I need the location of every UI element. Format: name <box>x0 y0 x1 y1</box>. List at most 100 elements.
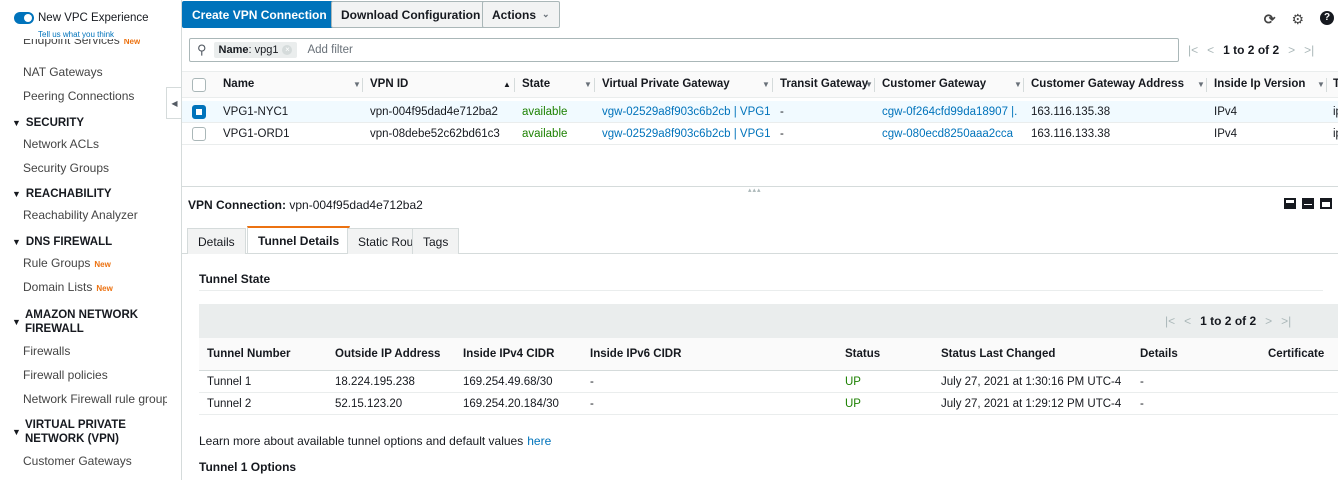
sidebar-item-nat-gateways[interactable]: NAT Gateways <box>23 65 103 79</box>
first-page-icon[interactable]: |< <box>1165 314 1175 328</box>
column-divider[interactable] <box>874 78 875 92</box>
table-row[interactable]: VPG1-NYC1 vpn-004f95dad4e712ba2 availabl… <box>182 101 1338 123</box>
section-label: SECURITY <box>25 117 85 129</box>
filter-token[interactable]: Name: vpg1 × <box>213 42 298 58</box>
layout-split-icon[interactable] <box>1302 198 1314 209</box>
sidebar-item-rule-groups[interactable]: Rule Groups New <box>23 256 111 270</box>
download-configuration-button[interactable]: Download Configuration <box>331 1 491 28</box>
row-checkbox[interactable] <box>192 127 206 141</box>
table-row[interactable]: VPG1-ORD1 vpn-08debe52c62bd61c3 availabl… <box>182 123 1338 145</box>
td-outside-ip: 52.15.123.20 <box>335 398 403 410</box>
cell-truncated: ip <box>1333 106 1338 118</box>
here-link[interactable]: here <box>527 434 551 448</box>
sidebar-item-firewalls[interactable]: Firewalls <box>23 344 70 358</box>
td-outside-ip: 18.224.195.238 <box>335 376 415 388</box>
layout-top-icon[interactable] <box>1320 198 1332 209</box>
column-divider[interactable] <box>1023 78 1024 92</box>
tab-tunnel-details[interactable]: Tunnel Details <box>247 226 351 253</box>
actions-button[interactable]: Actions ⌄ <box>482 1 560 28</box>
new-vpc-experience-toggle[interactable]: New VPC Experience <box>14 12 149 24</box>
section-label-line1: VIRTUAL PRIVATE <box>25 419 126 431</box>
tunnel-row: Tunnel 1 18.224.195.238 169.254.49.68/30… <box>199 371 1338 393</box>
sidebar-item-network-acls[interactable]: Network ACLs <box>23 137 99 151</box>
cell-tgw: - <box>780 128 784 140</box>
cell-cgw-address: 163.116.135.38 <box>1031 106 1111 118</box>
sidebar-item-peering-connections[interactable]: Peering Connections <box>23 89 134 103</box>
last-page-icon[interactable]: >| <box>1281 314 1291 328</box>
sort-icon[interactable]: ▼ <box>1014 80 1022 89</box>
detail-value: vpn-004f95dad4e712ba2 <box>289 198 423 212</box>
column-divider[interactable] <box>1326 78 1327 92</box>
sidebar-item-firewall-policies[interactable]: Firewall policies <box>23 368 108 382</box>
sidebar-item-reachability-analyzer[interactable]: Reachability Analyzer <box>23 208 138 222</box>
gear-icon[interactable]: ⚙ <box>1291 11 1304 28</box>
cell-cgw-link[interactable]: cgw-080ecd8250aaa2cca ... <box>882 128 1017 140</box>
tab-tags[interactable]: Tags <box>412 228 460 254</box>
feedback-link[interactable]: Tell us what you think <box>38 30 114 39</box>
sidebar-section-security[interactable]: ▼ SECURITY <box>12 116 84 130</box>
section-label-line1: AMAZON NETWORK <box>25 309 139 321</box>
column-header-vpn-id[interactable]: VPN ID <box>370 78 408 90</box>
next-page-icon[interactable]: > <box>1265 314 1272 328</box>
vpc-toggle-label: New VPC Experience <box>38 12 149 24</box>
last-page-icon[interactable]: >| <box>1304 43 1314 57</box>
column-header-tgw[interactable]: Transit Gateway <box>780 78 868 90</box>
sidebar-item-endpoint-services[interactable]: Endpoint Services New <box>23 39 140 49</box>
filter-bar[interactable]: ⚲ Name: vpg1 × Add filter <box>189 38 1179 62</box>
help-icon[interactable]: ? <box>1320 11 1334 25</box>
sidebar-section-dns-firewall[interactable]: ▼ DNS FIREWALL <box>12 235 112 249</box>
tab-details[interactable]: Details <box>187 228 246 254</box>
add-filter-input[interactable]: Add filter <box>307 44 352 56</box>
column-header-cgw[interactable]: Customer Gateway <box>882 78 986 90</box>
select-all-checkbox[interactable] <box>192 78 206 92</box>
remove-filter-icon[interactable]: × <box>282 45 293 56</box>
new-badge: New <box>123 39 141 46</box>
prev-page-icon[interactable]: < <box>1207 43 1214 57</box>
column-header-truncated[interactable]: T <box>1333 78 1338 90</box>
sort-icon[interactable]: ▼ <box>353 80 361 89</box>
create-vpn-connection-button[interactable]: Create VPN Connection <box>182 1 337 28</box>
caret-down-icon: ▼ <box>12 189 21 199</box>
refresh-icon[interactable]: ⟳ <box>1264 11 1276 28</box>
learn-more-label: Learn more about available tunnel option… <box>199 434 524 448</box>
search-icon: ⚲ <box>197 42 207 57</box>
toggle-switch[interactable] <box>14 12 34 24</box>
td-status-last-changed: July 27, 2021 at 1:30:16 PM UTC-4 <box>941 376 1122 388</box>
drag-handle-icon[interactable]: ▴▴▴ <box>748 186 762 194</box>
cell-vgw-link[interactable]: vgw-02529a8f903c6b2cb | VPG1 <box>602 106 771 118</box>
cell-state: available <box>522 106 568 118</box>
layout-switcher <box>1284 198 1332 209</box>
column-header-name[interactable]: Name <box>223 78 254 90</box>
column-header-state[interactable]: State <box>522 78 550 90</box>
sort-icon[interactable]: ▼ <box>762 80 770 89</box>
row-checkbox[interactable] <box>192 105 206 119</box>
column-divider[interactable] <box>1206 78 1207 92</box>
first-page-icon[interactable]: |< <box>1188 43 1198 57</box>
sort-icon[interactable]: ▼ <box>1317 80 1325 89</box>
sort-icon[interactable]: ▼ <box>1197 80 1205 89</box>
column-header-inside-ip-version[interactable]: Inside Ip Version <box>1214 78 1305 90</box>
sidebar-item-network-firewall-rule-groups[interactable]: Network Firewall rule groups <box>23 392 167 406</box>
next-page-icon[interactable]: > <box>1288 43 1295 57</box>
sort-asc-icon[interactable]: ▲ <box>503 80 511 89</box>
td-status: UP <box>845 376 861 388</box>
sidebar-item-domain-lists[interactable]: Domain Lists New <box>23 280 113 294</box>
sidebar-collapse-button[interactable]: ◀ <box>166 87 182 119</box>
sidebar-section-reachability[interactable]: ▼ REACHABILITY <box>12 187 112 201</box>
sort-icon[interactable]: ▼ <box>865 80 873 89</box>
column-divider[interactable] <box>362 78 363 92</box>
sidebar-section-vpn[interactable]: ▼ VIRTUAL PRIVATE NETWORK (VPN) <box>12 418 126 446</box>
sidebar-item-security-groups[interactable]: Security Groups <box>23 161 109 175</box>
column-divider[interactable] <box>594 78 595 92</box>
cell-vgw-link[interactable]: vgw-02529a8f903c6b2cb | VPG1 <box>602 128 771 140</box>
column-header-vgw[interactable]: Virtual Private Gateway <box>602 78 730 90</box>
cell-cgw-link[interactable]: cgw-0f264cfd99da18907 |... <box>882 106 1017 118</box>
column-divider[interactable] <box>514 78 515 92</box>
layout-bottom-icon[interactable] <box>1284 198 1296 209</box>
column-header-cgw-address[interactable]: Customer Gateway Address <box>1031 78 1184 90</box>
sidebar-item-customer-gateways[interactable]: Customer Gateways <box>23 454 132 468</box>
column-divider[interactable] <box>772 78 773 92</box>
sort-icon[interactable]: ▼ <box>584 80 592 89</box>
sidebar-section-network-firewall[interactable]: ▼ AMAZON NETWORK FIREWALL <box>12 308 138 336</box>
prev-page-icon[interactable]: < <box>1184 314 1191 328</box>
